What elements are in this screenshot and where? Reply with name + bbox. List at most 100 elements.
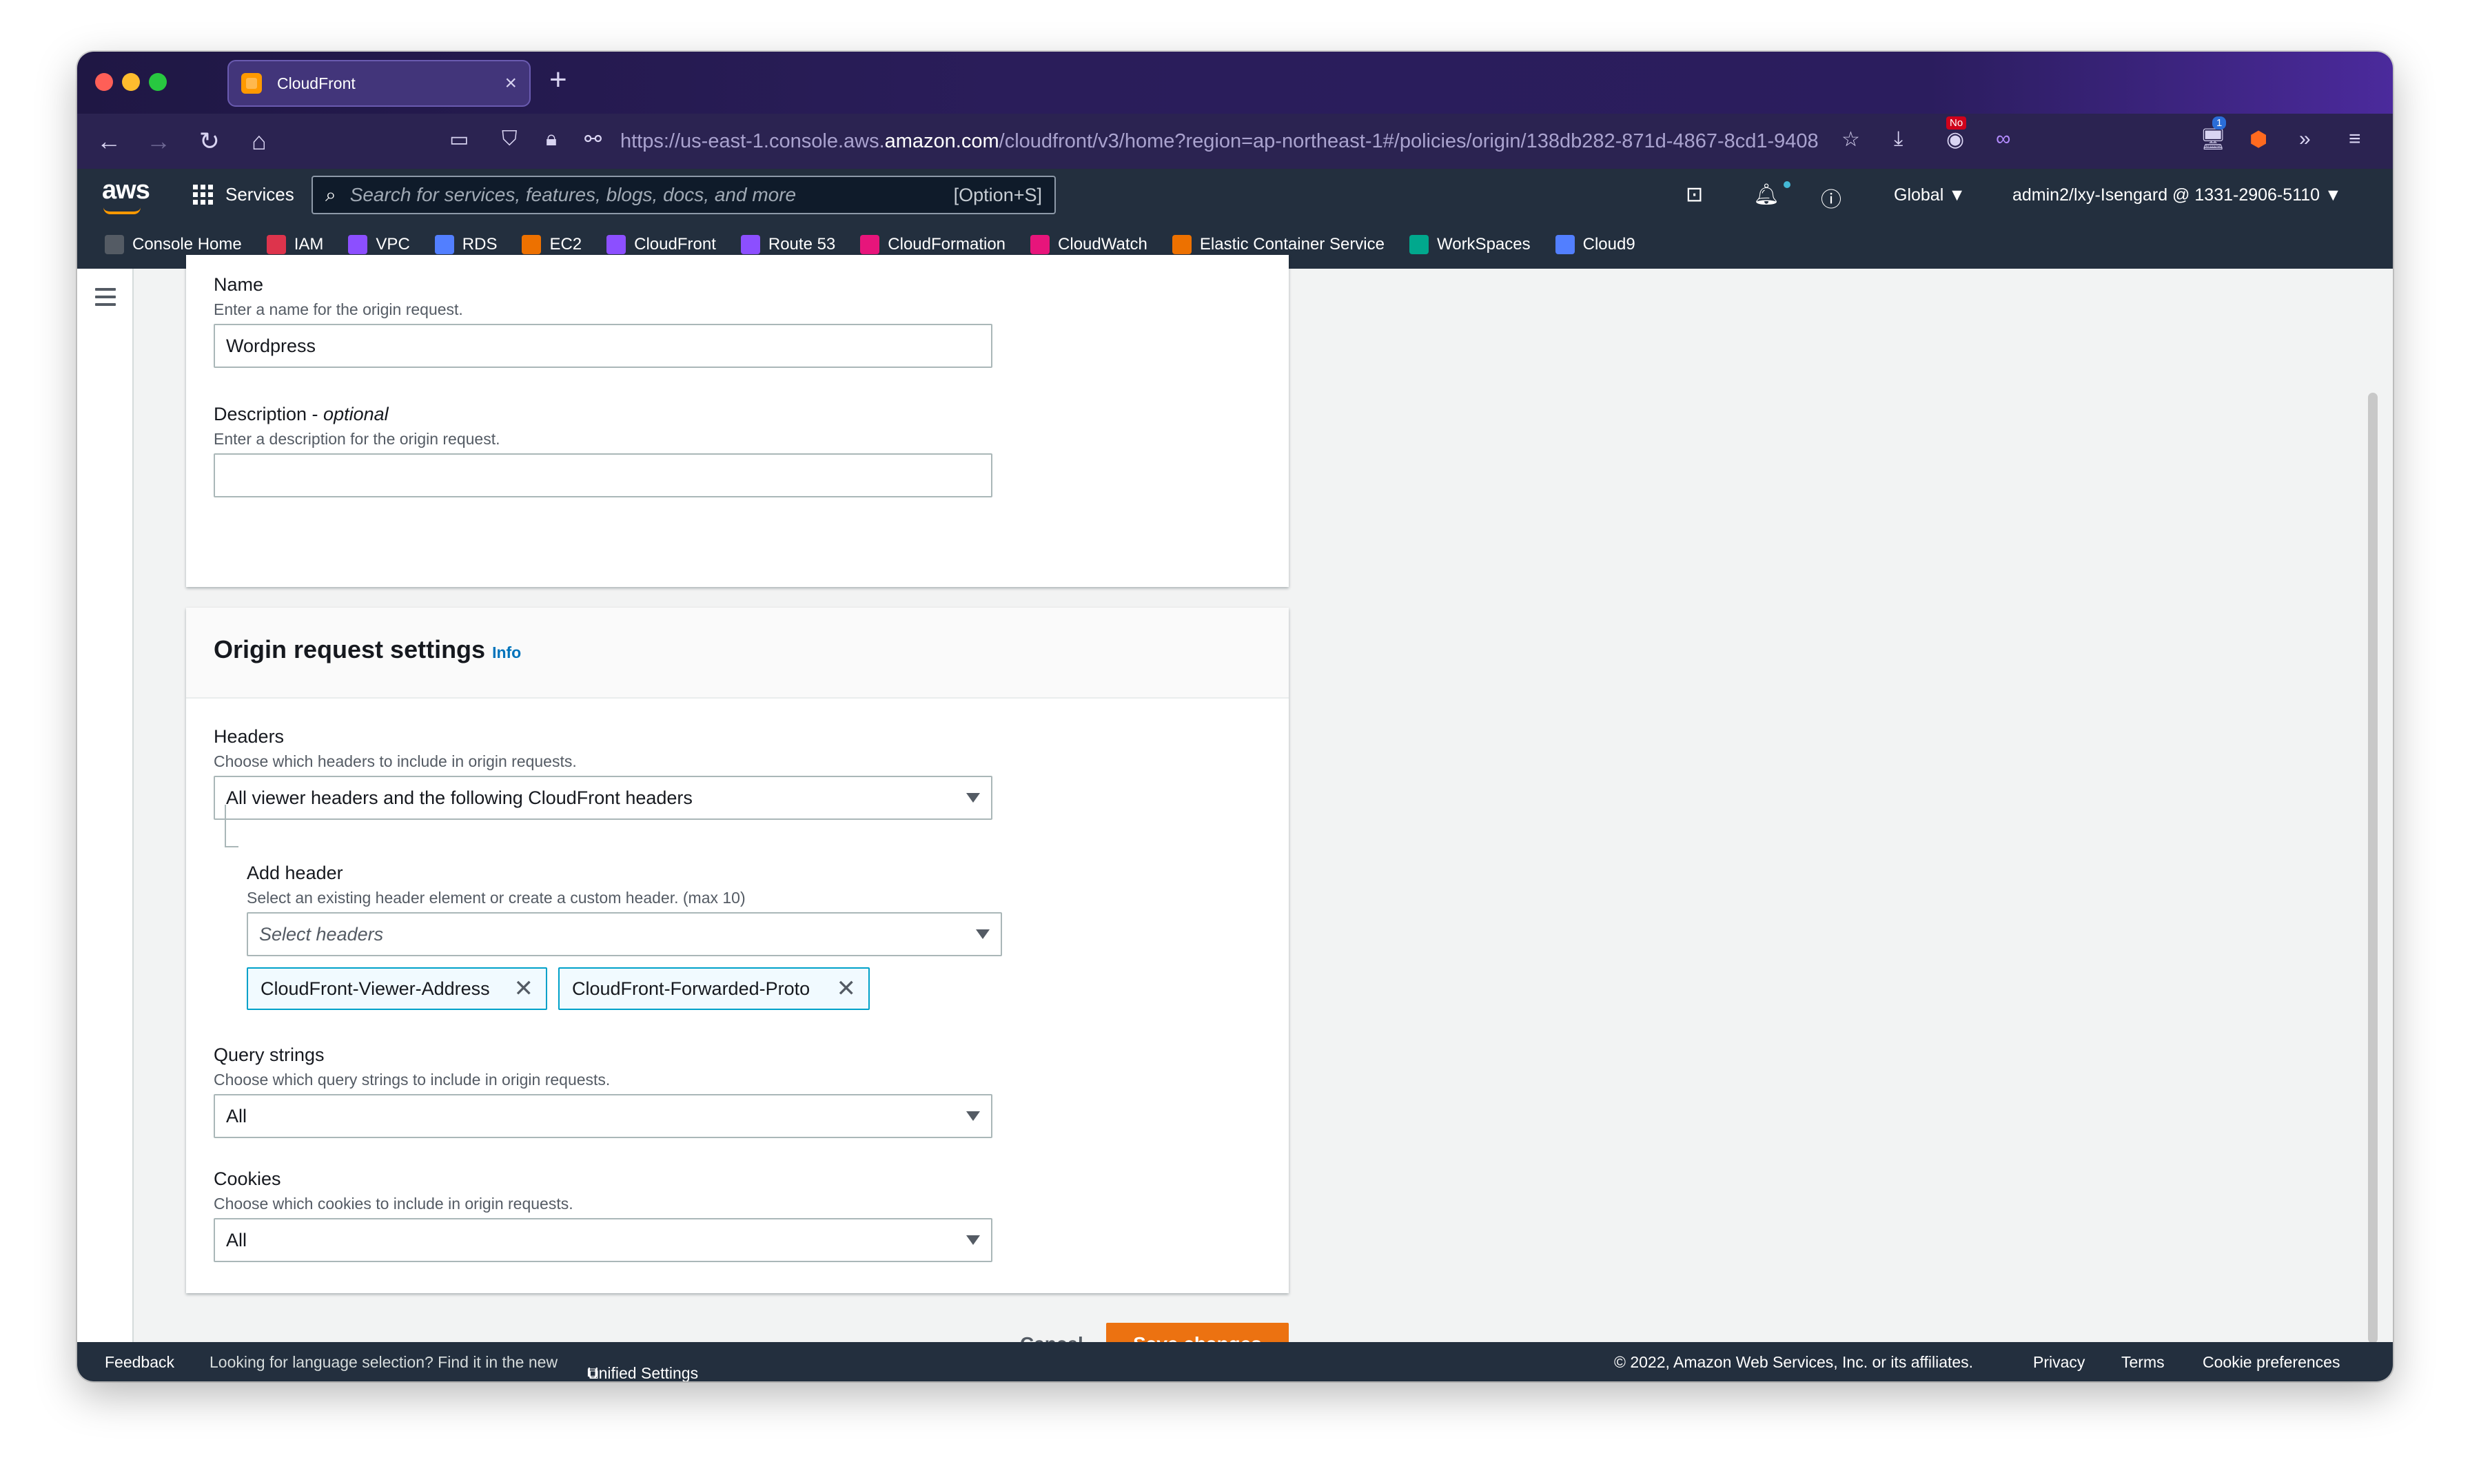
service-icon bbox=[434, 235, 454, 254]
service-icon bbox=[1409, 235, 1429, 254]
cloudshell-icon[interactable]: ⊡ bbox=[1686, 183, 1703, 207]
hamburger-menu-icon[interactable] bbox=[95, 288, 116, 311]
lock-icon[interactable]: 🔒︎ bbox=[546, 127, 557, 151]
close-window-button[interactable] bbox=[95, 73, 113, 91]
search-placeholder: Search for services, features, blogs, do… bbox=[349, 184, 797, 205]
new-tab-button[interactable]: + bbox=[549, 63, 567, 97]
extension-noscript-icon[interactable]: ◉ bbox=[1946, 127, 1964, 152]
add-header-label: Add header bbox=[247, 863, 343, 883]
description-input[interactable] bbox=[214, 453, 992, 497]
remove-token-icon[interactable]: ✕ bbox=[837, 975, 857, 1002]
cookies-select[interactable]: All bbox=[214, 1218, 992, 1262]
terms-link[interactable]: Terms bbox=[2121, 1353, 2165, 1372]
notification-dot bbox=[1784, 181, 1790, 188]
headers-description: Choose which headers to include in origi… bbox=[214, 752, 577, 770]
home-icon[interactable]: ⌂ bbox=[241, 123, 277, 159]
url-prefix: https://us-east-1.console.aws. bbox=[620, 130, 885, 152]
overflow-chevron-icon[interactable]: » bbox=[2299, 127, 2311, 151]
favorite-console-home[interactable]: Console Home bbox=[105, 235, 242, 254]
service-icon bbox=[606, 235, 626, 254]
name-label: Name bbox=[214, 274, 264, 295]
service-icon bbox=[1172, 235, 1192, 254]
service-icon bbox=[1030, 235, 1050, 254]
notifications-bell-icon[interactable]: 🔔︎ bbox=[1753, 183, 1779, 207]
minimize-window-button[interactable] bbox=[122, 73, 140, 91]
account-menu[interactable]: admin2/lxy-Isengard @ 1331-2906-5110 ▼ bbox=[2012, 185, 2342, 205]
extension-shield-icon[interactable]: ⬢ bbox=[2249, 127, 2267, 152]
favorite-cloudwatch[interactable]: CloudWatch bbox=[1030, 235, 1147, 254]
copyright-text: © 2022, Amazon Web Services, Inc. or its… bbox=[1614, 1353, 1974, 1371]
token-label: CloudFront-Viewer-Address bbox=[261, 978, 490, 999]
headers-label: Headers bbox=[214, 726, 285, 747]
maximize-window-button[interactable] bbox=[149, 73, 167, 91]
reload-icon[interactable]: ↻ bbox=[192, 123, 227, 159]
cookie-preferences-link[interactable]: Cookie preferences bbox=[2203, 1353, 2340, 1372]
service-icon bbox=[348, 235, 368, 254]
help-icon[interactable]: ⓘ bbox=[1821, 183, 1841, 213]
privacy-link[interactable]: Privacy bbox=[2033, 1353, 2085, 1372]
services-label: Services bbox=[225, 184, 294, 205]
search-input[interactable]: ⌕ Search for services, features, blogs, … bbox=[312, 176, 1056, 214]
select-headers-placeholder: Select headers bbox=[259, 923, 384, 945]
permissions-icon[interactable]: ⚯ bbox=[584, 127, 602, 152]
headers-select[interactable]: All viewer headers and the following Clo… bbox=[214, 776, 992, 820]
select-headers-dropdown[interactable]: Select headers bbox=[247, 912, 1002, 956]
search-icon: ⌕ bbox=[325, 183, 336, 205]
favorite-label: CloudFormation bbox=[888, 235, 1006, 254]
favorite-label: Route 53 bbox=[768, 235, 836, 254]
url-path: /cloudfront/v3/home?region=ap-northeast-… bbox=[999, 130, 1819, 152]
query-strings-select[interactable]: All bbox=[214, 1094, 992, 1138]
main-content: Name Enter a name for the origin request… bbox=[77, 255, 2393, 1381]
bookmark-star-icon[interactable]: ☆ bbox=[1841, 127, 1860, 152]
favorite-label: EC2 bbox=[549, 235, 582, 254]
favorite-cloud9[interactable]: Cloud9 bbox=[1555, 235, 1635, 254]
reader-view-icon[interactable]: ▭ bbox=[449, 127, 469, 152]
tab-close-icon[interactable]: × bbox=[504, 72, 517, 95]
extension-infinity-icon[interactable]: ∞ bbox=[1996, 127, 2010, 151]
language-notice: Looking for language selection? Find it … bbox=[210, 1353, 558, 1371]
scrollbar[interactable] bbox=[2368, 393, 2378, 1343]
browser-tab-cloudfront[interactable]: CloudFront × bbox=[227, 60, 531, 107]
details-card: Name Enter a name for the origin request… bbox=[186, 255, 1289, 587]
favorite-ec2[interactable]: EC2 bbox=[522, 235, 582, 254]
favorite-route-53[interactable]: Route 53 bbox=[740, 235, 836, 254]
browser-titlebar: CloudFront × + bbox=[77, 52, 2393, 114]
browser-navbar: ← → ↻ ⌂ ▭ ⛉ 🔒︎ ⚯ https://us-east-1.conso… bbox=[77, 114, 2393, 169]
favorite-iam[interactable]: IAM bbox=[266, 235, 324, 254]
aws-logo-smile bbox=[103, 207, 141, 214]
query-strings-label: Query strings bbox=[214, 1044, 325, 1065]
url-field[interactable]: https://us-east-1.console.aws.amazon.com… bbox=[620, 130, 1833, 153]
region-selector[interactable]: Global ▼ bbox=[1894, 185, 1966, 205]
tree-connector bbox=[225, 805, 238, 847]
name-input[interactable]: Wordpress bbox=[214, 324, 992, 368]
favorite-workspaces[interactable]: WorkSpaces bbox=[1409, 235, 1531, 254]
url-host: amazon.com bbox=[884, 130, 999, 152]
aws-logo[interactable]: aws bbox=[102, 176, 150, 205]
services-menu-button[interactable]: Services bbox=[193, 184, 294, 205]
header-token: CloudFront-Forwarded-Proto ✕ bbox=[558, 967, 870, 1010]
favorite-elastic-container-service[interactable]: Elastic Container Service bbox=[1172, 235, 1385, 254]
favorite-vpc[interactable]: VPC bbox=[348, 235, 410, 254]
info-link[interactable]: Info bbox=[492, 643, 521, 662]
menu-icon[interactable]: ≡ bbox=[2349, 127, 2361, 151]
favorite-label: IAM bbox=[294, 235, 324, 254]
origin-request-settings-card: Origin request settings Info Headers Cho… bbox=[186, 608, 1289, 1293]
favorite-label: VPC bbox=[376, 235, 410, 254]
header-token: CloudFront-Viewer-Address ✕ bbox=[247, 967, 547, 1010]
extension-monitor-icon[interactable]: 🖥︎ bbox=[2200, 127, 2226, 152]
token-label: CloudFront-Forwarded-Proto bbox=[572, 978, 810, 999]
favorite-label: Cloud9 bbox=[1582, 235, 1635, 254]
favorite-cloudfront[interactable]: CloudFront bbox=[606, 235, 716, 254]
console-footer: Feedback Looking for language selection?… bbox=[77, 1342, 2393, 1381]
downloads-icon[interactable]: ⤓ bbox=[1894, 127, 1903, 151]
remove-token-icon[interactable]: ✕ bbox=[514, 975, 534, 1002]
service-icon bbox=[522, 235, 542, 254]
caret-down-icon bbox=[966, 1235, 980, 1245]
feedback-link[interactable]: Feedback bbox=[105, 1353, 174, 1372]
shield-icon[interactable]: ⛉ bbox=[502, 127, 518, 151]
aws-console-header: aws Services ⌕ Search for services, feat… bbox=[77, 169, 2393, 220]
favorite-rds[interactable]: RDS bbox=[434, 235, 497, 254]
back-arrow-icon[interactable]: ← bbox=[91, 123, 127, 159]
favorite-cloudformation[interactable]: CloudFormation bbox=[860, 235, 1006, 254]
forward-arrow-icon[interactable]: → bbox=[141, 123, 176, 159]
